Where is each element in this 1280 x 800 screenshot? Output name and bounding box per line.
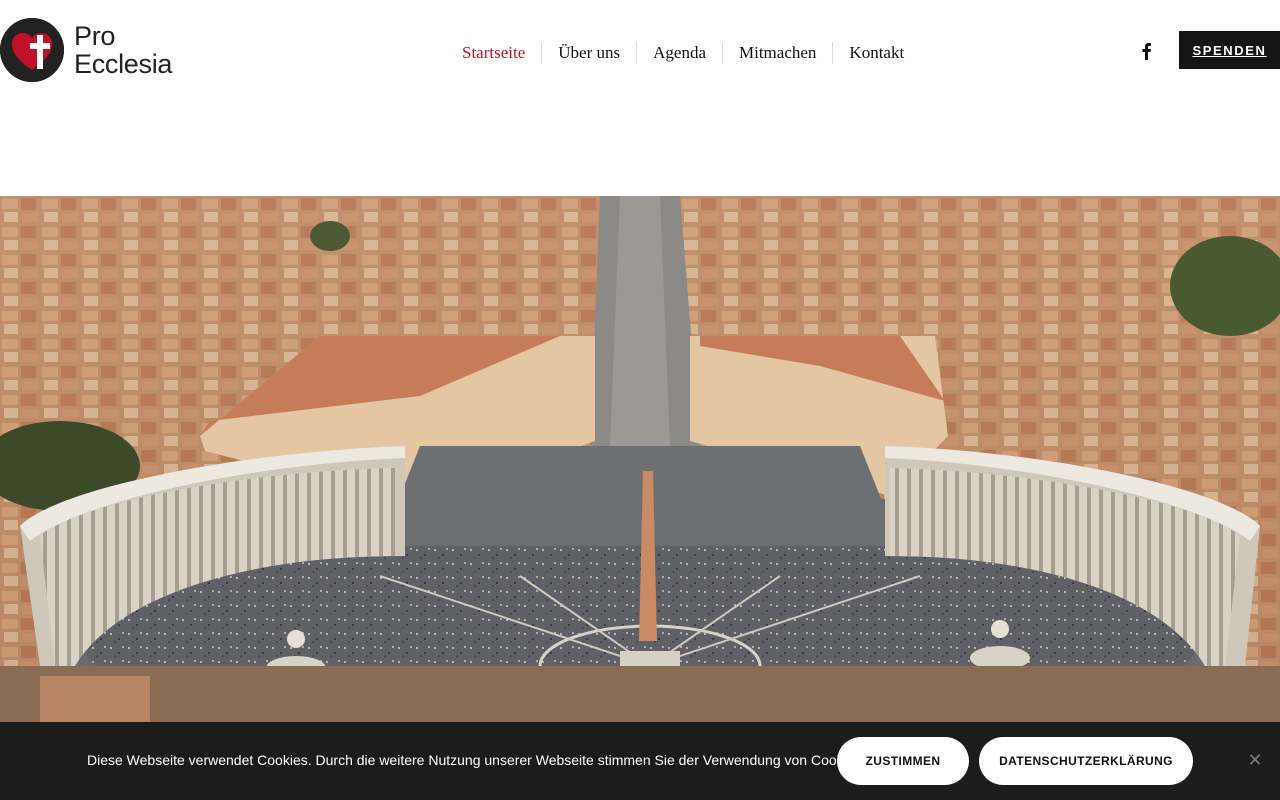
nav-item-agenda[interactable]: Agenda	[636, 42, 722, 64]
nav-item-mitmachen[interactable]: Mitmachen	[722, 42, 832, 64]
donate-button[interactable]: SPENDEN	[1179, 31, 1280, 69]
cookie-notice-text: Diese Webseite verwendet Cookies. Durch …	[87, 752, 885, 768]
hero-image	[0, 196, 1280, 722]
nav-item-kontakt[interactable]: Kontakt	[832, 42, 920, 64]
accept-cookies-button[interactable]: ZUSTIMMEN	[837, 737, 969, 785]
heart-cross-logo-icon	[0, 18, 64, 82]
logo-line-2: Ecclesia	[74, 49, 173, 79]
site-header: Pro Ecclesia Startseite Über uns Agenda …	[0, 0, 1280, 105]
main-nav: Startseite Über uns Agenda Mitmachen Kon…	[446, 40, 920, 66]
logo-wordmark: Pro Ecclesia	[74, 22, 172, 78]
site-logo[interactable]: Pro Ecclesia	[0, 16, 172, 84]
nav-item-ueber-uns[interactable]: Über uns	[541, 42, 636, 64]
nav-item-startseite[interactable]: Startseite	[446, 42, 541, 64]
close-icon[interactable]: ✕	[1246, 751, 1264, 769]
facebook-icon[interactable]	[1139, 42, 1153, 60]
privacy-policy-button[interactable]: DATENSCHUTZERKLÄRUNG	[979, 737, 1193, 785]
logo-line-1: Pro	[74, 21, 116, 51]
